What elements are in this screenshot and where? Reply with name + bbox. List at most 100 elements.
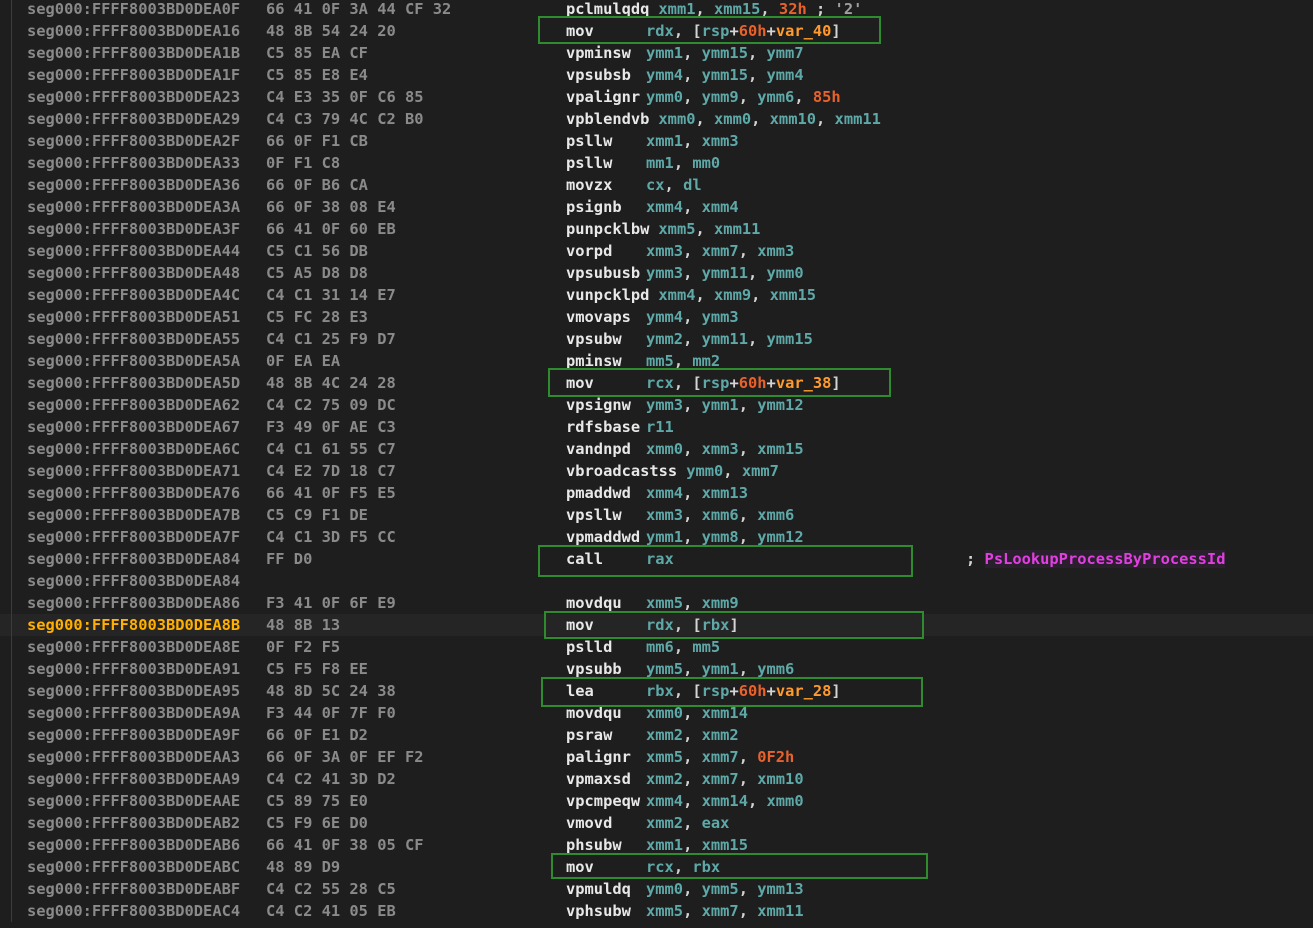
disassembly-listing[interactable]: seg000:FFFF8003BD0DEA0F 66 41 0F 3A 44 CF… xyxy=(0,0,1313,922)
listing-row[interactable]: seg000:FFFF8003BD0DEA44 C5 C1 56 DB vorpd x… xyxy=(0,240,1313,262)
listing-row[interactable]: seg000:FFFF8003BD0DEA51 C5 FC 28 E3 vmovap… xyxy=(0,306,1313,328)
address[interactable]: seg000:FFFF8003BD0DEA71 xyxy=(27,460,240,482)
instruction[interactable]: vpsubsb ymm4, ymm15, ymm4 xyxy=(566,64,804,86)
operand[interactable]: xmm11 xyxy=(714,220,760,238)
address[interactable]: seg000:FFFF8003BD0DEA36 xyxy=(27,174,240,196)
address[interactable]: seg000:FFFF8003BD0DEABF xyxy=(27,878,240,900)
address[interactable]: seg000:FFFF8003BD0DEA33 xyxy=(27,152,240,174)
instruction[interactable]: punpcklbw xmm5, xmm11 xyxy=(566,218,760,240)
listing-row[interactable]: seg000:FFFF8003BD0DEA36 66 0F B6 CA movzx c… xyxy=(0,174,1313,196)
instruction[interactable]: pmaddwd xmm4, xmm13 xyxy=(566,482,748,504)
listing-row[interactable]: seg000:FFFF8003BD0DEA8E 0F F2 F5 pslld mm6,… xyxy=(0,636,1313,658)
operand[interactable]: ymm4 xyxy=(646,66,683,84)
address[interactable]: seg000:FFFF8003BD0DEA2F xyxy=(27,130,240,152)
operand[interactable]: ymm3 xyxy=(646,396,683,414)
listing-row[interactable]: seg000:FFFF8003BD0DEA4C C4 C1 31 14 E7 vun… xyxy=(0,284,1313,306)
address[interactable]: seg000:FFFF8003BD0DEA5A xyxy=(27,350,240,372)
address[interactable]: seg000:FFFF8003BD0DEA51 xyxy=(27,306,240,328)
operand[interactable]: xmm15 xyxy=(770,286,816,304)
operand[interactable]: xmm9 xyxy=(702,594,739,612)
listing-row[interactable]: seg000:FFFF8003BD0DEA55 C4 C1 25 F9 D7 vps… xyxy=(0,328,1313,350)
listing-row[interactable]: seg000:FFFF8003BD0DEA29 C4 C3 79 4C C2 B0… xyxy=(0,108,1313,130)
operand[interactable]: xmm6 xyxy=(702,506,739,524)
instruction[interactable]: palignr xmm5, xmm7, 0F2h xyxy=(566,746,794,768)
instruction[interactable]: vpblendvb xmm0, xmm0, xmm10, xmm11 xyxy=(566,108,881,130)
operand[interactable]: xmm11 xyxy=(835,110,881,128)
instruction[interactable]: vpminsw ymm1, ymm15, ymm7 xyxy=(566,42,804,64)
operand[interactable]: xmm2 xyxy=(646,770,683,788)
instruction[interactable]: vunpcklpd xmm4, xmm9, xmm15 xyxy=(566,284,816,306)
instruction[interactable]: vpsubw ymm2, ymm11, ymm15 xyxy=(566,328,813,350)
instruction[interactable]: pslld mm6, mm5 xyxy=(566,636,720,658)
operand[interactable]: xmm5 xyxy=(658,220,695,238)
operand[interactable]: mm0 xyxy=(692,154,720,172)
operand[interactable]: ymm0 xyxy=(646,88,683,106)
operand[interactable]: xmm2 xyxy=(702,726,739,744)
operand[interactable]: ymm1 xyxy=(646,44,683,62)
operand[interactable]: ymm5 xyxy=(702,880,739,898)
operand[interactable]: xmm9 xyxy=(714,286,751,304)
operand[interactable]: xmm5 xyxy=(646,594,683,612)
listing-row[interactable]: seg000:FFFF8003BD0DEA2F 66 0F F1 CB psllw x… xyxy=(0,130,1313,152)
address[interactable]: seg000:FFFF8003BD0DEA7F xyxy=(27,526,240,548)
instruction[interactable]: vandnpd xmm0, xmm3, xmm15 xyxy=(566,438,804,460)
operand[interactable]: xmm11 xyxy=(757,902,803,920)
listing-row[interactable]: seg000:FFFF8003BD0DEA3A 66 0F 38 08 E4 psi… xyxy=(0,196,1313,218)
operand[interactable]: xmm1 xyxy=(646,132,683,150)
operand[interactable]: xmm7 xyxy=(702,242,739,260)
listing-row[interactable]: seg000:FFFF8003BD0DEA71 C4 E2 7D 18 C7 vbr… xyxy=(0,460,1313,482)
operand[interactable]: ymm5 xyxy=(646,660,683,678)
address[interactable]: seg000:FFFF8003BD0DEA86 xyxy=(27,592,240,614)
address[interactable]: seg000:FFFF8003BD0DEAB2 xyxy=(27,812,240,834)
address[interactable]: seg000:FFFF8003BD0DEAB6 xyxy=(27,834,240,856)
address[interactable]: seg000:FFFF8003BD0DEAA3 xyxy=(27,746,240,768)
instruction[interactable]: vpmaxsd xmm2, xmm7, xmm10 xyxy=(566,768,804,790)
operand[interactable]: ymm6 xyxy=(757,660,794,678)
listing-row[interactable]: seg000:FFFF8003BD0DEA62 C4 C2 75 09 DC vps… xyxy=(0,394,1313,416)
instruction[interactable]: psraw xmm2, xmm2 xyxy=(566,724,739,746)
operand[interactable]: dl xyxy=(683,176,702,194)
operand[interactable]: xmm0 xyxy=(646,440,683,458)
operand[interactable]: ymm15 xyxy=(702,44,748,62)
operand[interactable]: ymm1 xyxy=(702,660,739,678)
listing-row[interactable]: seg000:FFFF8003BD0DEA76 66 41 0F F5 E5 pma… xyxy=(0,482,1313,504)
address[interactable]: seg000:FFFF8003BD0DEA91 xyxy=(27,658,240,680)
listing-row[interactable]: seg000:FFFF8003BD0DEAC4 C4 C2 41 05 EB vph… xyxy=(0,900,1313,922)
listing-row[interactable]: seg000:FFFF8003BD0DEA23 C4 E3 35 0F C6 85… xyxy=(0,86,1313,108)
operand[interactable]: xmm4 xyxy=(646,484,683,502)
address[interactable]: seg000:FFFF8003BD0DEA29 xyxy=(27,108,240,130)
operand[interactable]: ymm0 xyxy=(767,264,804,282)
operand[interactable]: xmm1 xyxy=(646,836,683,854)
operand[interactable]: xmm7 xyxy=(702,902,739,920)
operand[interactable]: eax xyxy=(702,814,730,832)
operand[interactable]: xmm14 xyxy=(702,792,748,810)
address[interactable]: seg000:FFFF8003BD0DEA84 xyxy=(27,570,240,592)
operand[interactable]: xmm7 xyxy=(702,770,739,788)
listing-row[interactable]: seg000:FFFF8003BD0DEABF C4 C2 55 28 C5 vpm… xyxy=(0,878,1313,900)
operand[interactable]: xmm0 xyxy=(767,792,804,810)
listing-row[interactable]: seg000:FFFF8003BD0DEA48 C5 A5 D8 D8 vpsubu… xyxy=(0,262,1313,284)
address[interactable]: seg000:FFFF8003BD0DEA0F xyxy=(27,0,240,20)
address[interactable]: seg000:FFFF8003BD0DEA44 xyxy=(27,240,240,262)
operand[interactable]: xmm2 xyxy=(646,814,683,832)
instruction[interactable]: vpsllw xmm3, xmm6, xmm6 xyxy=(566,504,794,526)
address[interactable]: seg000:FFFF8003BD0DEA4C xyxy=(27,284,240,306)
address[interactable]: seg000:FFFF8003BD0DEA3A xyxy=(27,196,240,218)
operand[interactable]: xmm10 xyxy=(757,770,803,788)
address[interactable]: seg000:FFFF8003BD0DEA3F xyxy=(27,218,240,240)
operand[interactable]: xmm15 xyxy=(757,440,803,458)
address[interactable]: seg000:FFFF8003BD0DEA8B xyxy=(27,614,240,636)
operand[interactable]: ymm9 xyxy=(702,88,739,106)
operand[interactable]: ymm2 xyxy=(646,330,683,348)
listing-row[interactable]: seg000:FFFF8003BD0DEA3F 66 41 0F 60 EB pun… xyxy=(0,218,1313,240)
address[interactable]: seg000:FFFF8003BD0DEABC xyxy=(27,856,240,878)
operand[interactable]: xmm0 xyxy=(714,110,751,128)
address[interactable]: seg000:FFFF8003BD0DEAAE xyxy=(27,790,240,812)
operand[interactable]: ymm15 xyxy=(702,66,748,84)
operand[interactable]: xmm6 xyxy=(757,506,794,524)
operand[interactable]: xmm3 xyxy=(757,242,794,260)
listing-row[interactable]: seg000:FFFF8003BD0DEA33 0F F1 C8 psllw mm1,… xyxy=(0,152,1313,174)
listing-row[interactable]: seg000:FFFF8003BD0DEA1B C5 85 EA CF vpmins… xyxy=(0,42,1313,64)
instruction[interactable]: vorpd xmm3, xmm7, xmm3 xyxy=(566,240,794,262)
listing-row[interactable]: seg000:FFFF8003BD0DEA67 F3 49 0F AE C3 rdf… xyxy=(0,416,1313,438)
